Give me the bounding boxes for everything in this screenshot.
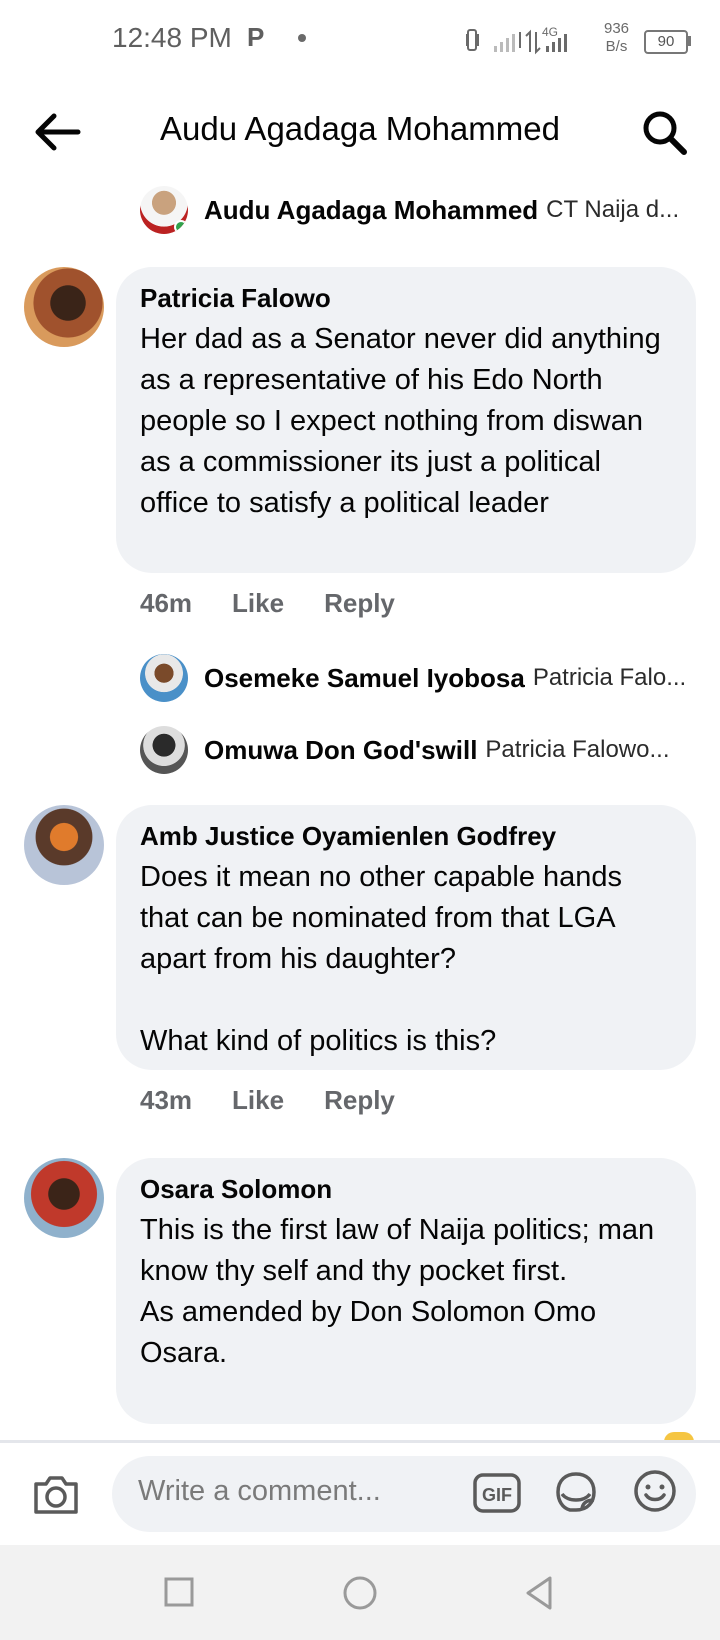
- avatar: [140, 186, 188, 234]
- comment-bubble: Amb Justice Oyamienlen Godfrey Does it m…: [116, 805, 696, 1070]
- avatar: [140, 726, 188, 774]
- status-time: 12:48 PM: [112, 22, 232, 53]
- reply-snippet: Patricia Falo...: [532, 664, 687, 691]
- search-button[interactable]: [640, 108, 688, 156]
- avatar[interactable]: [24, 267, 104, 347]
- comment-bubble: Osara Solomon This is the first law of N…: [116, 1158, 696, 1424]
- comment-input[interactable]: [136, 1474, 460, 1509]
- battery-icon: 90: [644, 30, 688, 54]
- collapsed-reply[interactable]: Audu Agadaga Mohammed CT Naija d...: [140, 186, 700, 234]
- comment-author[interactable]: Patricia Falowo: [140, 281, 672, 315]
- reply-author[interactable]: Omuwa Don God'swill: [204, 735, 477, 766]
- avatar[interactable]: [24, 805, 104, 885]
- reply-snippet: Patricia Falowo...: [485, 736, 670, 763]
- collapsed-reply[interactable]: Omuwa Don God'swill Patricia Falowo...: [140, 726, 700, 774]
- network-speed: 936 B/s: [604, 20, 630, 55]
- reply-author[interactable]: Osemeke Samuel Iyobosa: [204, 663, 525, 694]
- sticker-icon[interactable]: [552, 1468, 600, 1516]
- avatar: [140, 654, 188, 702]
- comment-author[interactable]: Osara Solomon: [140, 1172, 672, 1206]
- like-button[interactable]: Like: [232, 1085, 284, 1116]
- network-type: 4G: [542, 25, 558, 39]
- gif-label: GIF: [482, 1485, 512, 1505]
- triangle-back-icon[interactable]: [524, 1575, 554, 1611]
- comment-text: Does it mean no other capable hands that…: [140, 861, 623, 1057]
- circle-icon[interactable]: [343, 1576, 377, 1610]
- comment-time: 43m: [140, 1085, 193, 1115]
- comment-text: This is the first law of Naija politics;…: [140, 1214, 655, 1369]
- comment-text: Her dad as a Senator never did anything …: [140, 323, 669, 519]
- like-button[interactable]: Like: [232, 588, 284, 619]
- reply-button[interactable]: Reply: [324, 588, 395, 619]
- comment-actions: 43m Like Reply: [140, 1085, 395, 1116]
- avatar[interactable]: [24, 1158, 104, 1238]
- comment-time: 46m: [140, 588, 193, 618]
- collapsed-reply[interactable]: Osemeke Samuel Iyobosa Patricia Falo...: [140, 654, 700, 702]
- reply-author[interactable]: Audu Agadaga Mohammed: [204, 195, 538, 226]
- gif-button[interactable]: GIF: [472, 1470, 522, 1516]
- reply-snippet: CT Naija d...: [546, 196, 680, 223]
- comment-input-box[interactable]: [112, 1456, 696, 1532]
- battery-tip: [688, 36, 691, 46]
- comment-actions: 46m Like Reply: [140, 588, 395, 619]
- square-icon[interactable]: [164, 1577, 194, 1607]
- page-title: Audu Agadaga Mohammed: [160, 110, 560, 147]
- online-status-dot: [174, 220, 188, 234]
- app-notification-indicator: P: [247, 22, 265, 52]
- comment-bubble: Patricia Falowo Her dad as a Senator nev…: [116, 267, 696, 573]
- notification-dot: [298, 34, 306, 42]
- reply-button[interactable]: Reply: [324, 1085, 395, 1116]
- comment-author[interactable]: Amb Justice Oyamienlen Godfrey: [140, 819, 672, 853]
- emoji-icon[interactable]: [632, 1468, 678, 1514]
- camera-icon[interactable]: [30, 1470, 82, 1518]
- back-button[interactable]: [30, 108, 82, 156]
